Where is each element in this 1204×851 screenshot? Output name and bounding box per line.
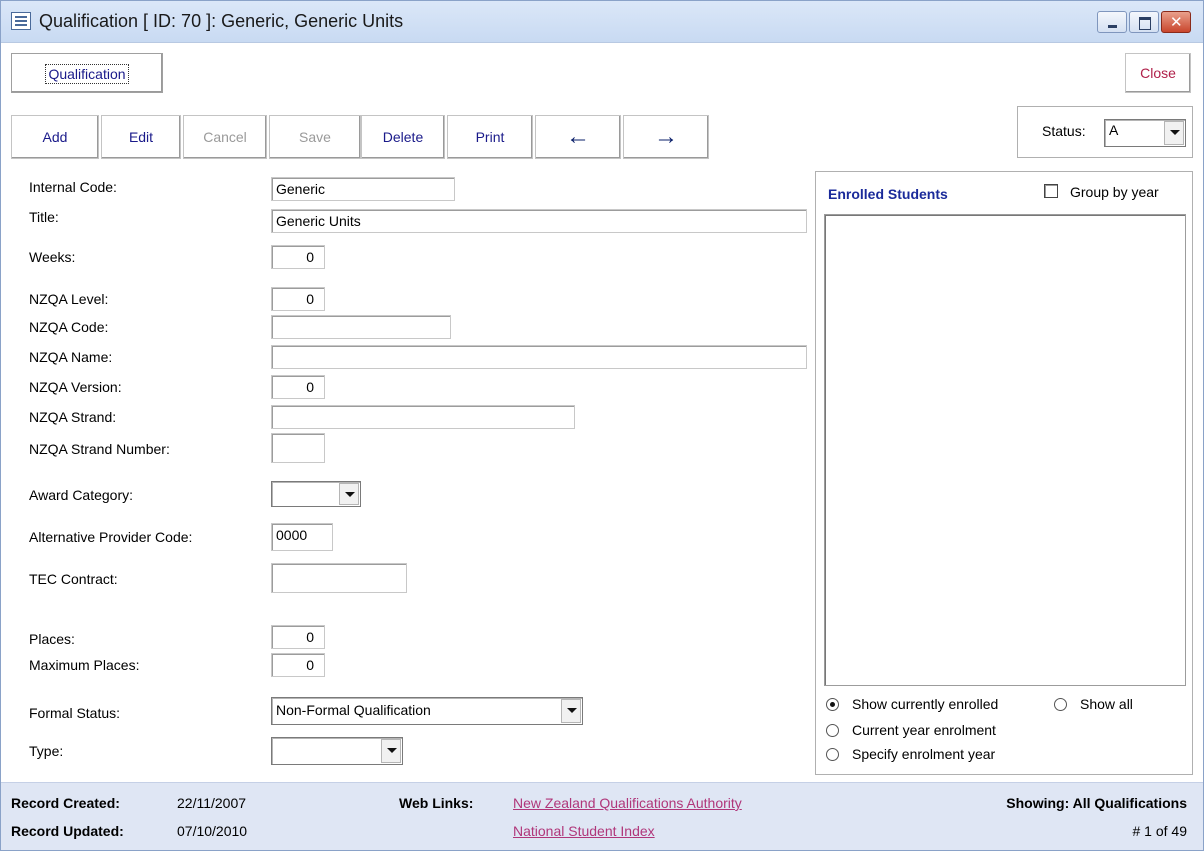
- nzqa-code-label: NZQA Code:: [29, 319, 109, 335]
- award-category-label: Award Category:: [29, 487, 134, 503]
- record-created-value: 22/11/2007: [177, 795, 247, 811]
- type-label: Type:: [29, 743, 64, 759]
- maximum-places-label: Maximum Places:: [29, 657, 140, 673]
- tec-contract-label: TEC Contract:: [29, 571, 118, 587]
- title-field[interactable]: Generic Units: [271, 209, 807, 233]
- places-label: Places:: [29, 631, 75, 647]
- nzqa-name-field[interactable]: [271, 345, 807, 369]
- print-button[interactable]: Print: [447, 115, 533, 159]
- nsi-link[interactable]: National Student Index: [513, 823, 655, 839]
- arrow-left-icon: ←: [566, 123, 590, 150]
- show-current-label: Show currently enrolled: [852, 696, 999, 712]
- record-updated-value: 07/10/2010: [177, 823, 248, 839]
- arrow-right-icon: →: [654, 123, 678, 150]
- group-by-year-checkbox[interactable]: [1044, 184, 1058, 198]
- delete-button[interactable]: Delete: [361, 115, 445, 159]
- formal-status-value: Non-Formal Qualification: [276, 702, 431, 718]
- nzqa-level-field[interactable]: 0: [271, 287, 325, 311]
- nzqa-strand-label: NZQA Strand:: [29, 409, 117, 425]
- show-all-radio[interactable]: [1054, 698, 1067, 711]
- enrolled-students-heading: Enrolled Students: [828, 186, 948, 202]
- nzqa-name-label: NZQA Name:: [29, 349, 113, 365]
- chevron-down-icon[interactable]: [561, 699, 581, 723]
- weeks-field[interactable]: 0: [271, 245, 325, 269]
- maximize-button[interactable]: [1129, 11, 1159, 33]
- group-by-year-label: Group by year: [1070, 184, 1159, 200]
- weeks-label: Weeks:: [29, 249, 76, 265]
- edit-button[interactable]: Edit: [101, 115, 181, 159]
- type-select[interactable]: [271, 737, 403, 765]
- qualification-button[interactable]: Qualification: [11, 53, 163, 93]
- nzqa-level-label: NZQA Level:: [29, 291, 109, 307]
- record-created-label: Record Created:: [11, 795, 120, 811]
- current-year-label: Current year enrolment: [852, 722, 996, 738]
- nzqa-code-field[interactable]: [271, 315, 451, 339]
- internal-code-label: Internal Code:: [29, 179, 117, 195]
- nzqa-version-field[interactable]: 0: [271, 375, 325, 399]
- chevron-down-icon[interactable]: [1164, 121, 1184, 145]
- award-category-select[interactable]: [271, 481, 361, 507]
- window-title: Qualification [ ID: 70 ]: Generic, Gener…: [39, 11, 404, 31]
- chevron-down-icon[interactable]: [381, 739, 401, 763]
- add-button[interactable]: Add: [11, 115, 99, 159]
- nzqa-strand-number-field[interactable]: [271, 433, 325, 463]
- cancel-button[interactable]: Cancel: [183, 115, 267, 159]
- title-label: Title:: [29, 209, 59, 225]
- web-links-label: Web Links:: [399, 795, 474, 811]
- window-close-button[interactable]: [1161, 11, 1191, 33]
- title-bar: Qualification [ ID: 70 ]: Generic, Gener…: [1, 1, 1203, 43]
- places-field[interactable]: 0: [271, 625, 325, 649]
- close-button[interactable]: Close: [1125, 53, 1191, 93]
- formal-status-label: Formal Status:: [29, 705, 121, 721]
- status-label: Status:: [1042, 123, 1086, 139]
- showing-filter-text: Showing: All Qualifications: [1006, 795, 1187, 811]
- record-updated-label: Record Updated:: [11, 823, 124, 839]
- enrolled-students-panel: Enrolled Students Group by year Show cur…: [815, 171, 1193, 775]
- nzqa-strand-number-label: NZQA Strand Number:: [29, 441, 170, 457]
- nzqa-strand-field[interactable]: [271, 405, 575, 429]
- previous-record-button[interactable]: ←: [535, 115, 621, 159]
- record-footer: Record Created: 22/11/2007 Record Update…: [1, 782, 1203, 850]
- record-position: # 1 of 49: [1132, 823, 1188, 839]
- save-button[interactable]: Save: [269, 115, 361, 159]
- current-year-radio[interactable]: [826, 724, 839, 737]
- show-all-label: Show all: [1080, 696, 1133, 712]
- qualification-window: Qualification [ ID: 70 ]: Generic, Gener…: [0, 0, 1204, 851]
- form-icon: [11, 12, 31, 30]
- enrolled-students-list[interactable]: [824, 214, 1186, 686]
- alt-provider-code-label: Alternative Provider Code:: [29, 529, 193, 545]
- nzqa-link[interactable]: New Zealand Qualifications Authority: [513, 795, 742, 811]
- specify-year-label: Specify enrolment year: [852, 746, 996, 762]
- next-record-button[interactable]: →: [623, 115, 709, 159]
- show-current-radio[interactable]: [826, 698, 839, 711]
- specify-year-radio[interactable]: [826, 748, 839, 761]
- status-select[interactable]: A: [1104, 119, 1186, 147]
- tec-contract-field[interactable]: [271, 563, 407, 593]
- chevron-down-icon[interactable]: [339, 483, 359, 505]
- status-value: A: [1109, 122, 1119, 138]
- minimize-button[interactable]: [1097, 11, 1127, 33]
- internal-code-field[interactable]: Generic: [271, 177, 455, 201]
- qualification-button-label: Qualification: [45, 64, 129, 84]
- nzqa-version-label: NZQA Version:: [29, 379, 122, 395]
- alt-provider-code-field[interactable]: 0000: [271, 523, 333, 551]
- status-panel: Status: A: [1017, 106, 1193, 158]
- maximum-places-field[interactable]: 0: [271, 653, 325, 677]
- formal-status-select[interactable]: Non-Formal Qualification: [271, 697, 583, 725]
